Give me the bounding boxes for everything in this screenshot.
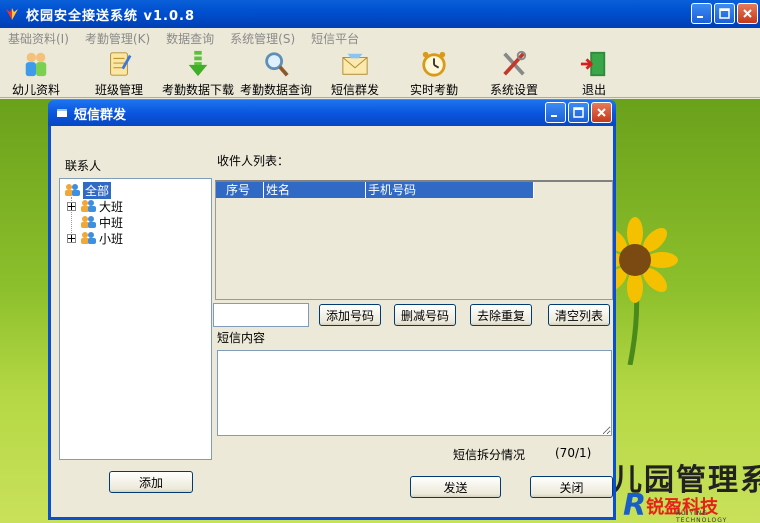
phone-number-input[interactable] — [213, 303, 309, 327]
app-title: 校园安全接送系统 v1.0.8 — [26, 8, 196, 24]
tree-node-middle-class[interactable]: 中班 — [79, 214, 123, 230]
download-arrow-icon — [188, 50, 208, 77]
menu-sms[interactable]: 短信平台 — [309, 30, 361, 47]
close-window-button[interactable] — [737, 3, 758, 24]
send-button[interactable]: 发送 — [410, 476, 501, 498]
envelope-icon — [342, 53, 368, 75]
maximize-icon — [573, 107, 584, 118]
desktop-screen: 校园安全接送系统 v1.0.8 基础资料(I) 考勤管理(K) 数据查询 系统管… — [0, 0, 760, 523]
col-index[interactable]: 序号 — [216, 182, 264, 198]
recipients-label: 收件人列表： — [217, 154, 290, 168]
split-label: 短信拆分情况 — [453, 448, 526, 462]
group-icon — [81, 200, 96, 212]
toolbar-class-button[interactable]: 班级管理 — [95, 50, 143, 98]
minimize-icon — [697, 16, 703, 18]
notebook-icon — [110, 52, 132, 76]
dialog-minimize-button[interactable] — [545, 102, 566, 123]
tree-node-big-class[interactable]: 大班 — [67, 198, 123, 214]
dedupe-button[interactable]: 去除重复 — [470, 304, 532, 326]
dialog-title-bar: 短信群发 — [48, 100, 616, 126]
toolbar-sms-button[interactable]: 短信群发 — [331, 50, 379, 98]
menu-basic-data[interactable]: 基础资料(I) — [6, 30, 71, 47]
tools-icon — [503, 50, 527, 76]
message-textarea[interactable] — [217, 350, 612, 436]
app-logo-icon — [6, 8, 18, 20]
brand-subtitle: RUIYING TECHNOLOGY — [676, 510, 728, 523]
expand-icon[interactable] — [67, 233, 76, 243]
toolbar-settings-button[interactable]: 系统设置 — [490, 50, 538, 98]
close-icon — [743, 9, 752, 18]
dialog-title: 短信群发 — [74, 107, 127, 123]
add-number-button[interactable]: 添加号码 — [319, 304, 381, 326]
col-phone[interactable]: 手机号码 — [366, 182, 534, 198]
dialog-close-button[interactable] — [591, 102, 612, 123]
maximize-button[interactable] — [714, 3, 735, 24]
children-icon — [25, 52, 47, 77]
window-icon — [57, 109, 67, 117]
expand-icon[interactable] — [67, 201, 76, 211]
sms-dialog: 短信群发 联系人 全部 大班 中班 小班 收件人列表： 序号 姓名 手机号码 添… — [48, 100, 616, 520]
menu-attendance[interactable]: 考勤管理(K) — [83, 30, 152, 47]
dialog-maximize-button[interactable] — [568, 102, 589, 123]
split-value: (70/1) — [555, 446, 592, 460]
maximize-icon — [719, 8, 730, 19]
contacts-label: 联系人 — [65, 159, 102, 173]
menu-bar: 基础资料(I) 考勤管理(K) 数据查询 系统管理(S) 短信平台 — [0, 28, 760, 48]
exit-door-icon — [580, 51, 606, 77]
tree-node-root[interactable]: 全部 — [63, 181, 112, 199]
toolbar-exit-button[interactable]: 退出 — [578, 50, 610, 98]
minimize-icon — [551, 115, 557, 117]
menu-system[interactable]: 系统管理(S) — [228, 30, 297, 47]
toolbar-download-button[interactable]: 考勤数据下载 — [162, 50, 234, 98]
col-name[interactable]: 姓名 — [264, 182, 366, 198]
close-button[interactable]: 关闭 — [530, 476, 613, 498]
add-button[interactable]: 添加 — [109, 471, 193, 493]
app-title-bar: 校园安全接送系统 v1.0.8 — [0, 0, 760, 28]
toolbar: 幼儿资料 班级管理 考勤数据下载 考勤数据查询 短信群发 实时考勤 系统设置 退… — [0, 48, 760, 98]
minimize-button[interactable] — [691, 3, 712, 24]
grid-header: 序号 姓名 手机号码 — [216, 182, 534, 198]
remove-number-button[interactable]: 删减号码 — [394, 304, 456, 326]
magnifier-icon — [265, 52, 289, 77]
group-icon — [81, 232, 96, 244]
toolbar-query-button[interactable]: 考勤数据查询 — [240, 50, 312, 98]
clear-list-button[interactable]: 清空列表 — [548, 304, 610, 326]
toolbar-children-button[interactable]: 幼儿资料 — [12, 50, 60, 98]
menu-query[interactable]: 数据查询 — [164, 30, 216, 47]
content-label: 短信内容 — [217, 331, 266, 345]
group-icon — [65, 184, 80, 196]
toolbar-realtime-button[interactable]: 实时考勤 — [410, 50, 458, 98]
recipients-grid[interactable]: 序号 姓名 手机号码 — [215, 180, 613, 300]
tree-node-small-class[interactable]: 小班 — [67, 230, 123, 246]
close-icon — [597, 108, 606, 117]
alarm-clock-icon — [422, 51, 446, 77]
group-icon — [81, 216, 96, 228]
contacts-tree[interactable]: 全部 大班 中班 小班 — [59, 178, 212, 460]
